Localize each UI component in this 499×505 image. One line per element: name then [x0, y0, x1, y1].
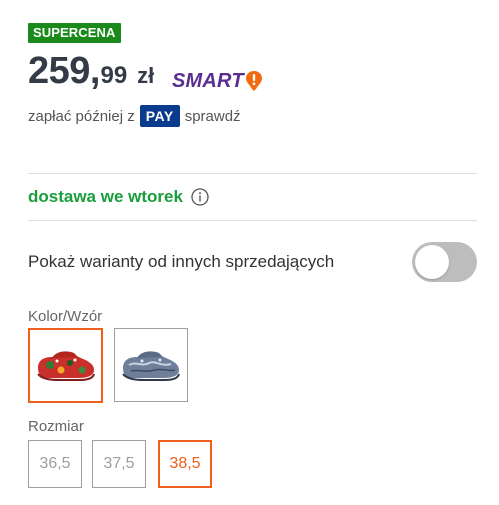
supercena-badge: SUPERCENA [28, 23, 121, 43]
variants-toggle-label: Pokaż warianty od innych sprzedających [28, 252, 335, 271]
size-label: Rozmiar [28, 418, 84, 435]
delivery-label: dostawa we wtorek [28, 187, 183, 206]
price: 259 , 99 zł [28, 50, 154, 100]
size-option-38-5[interactable]: 38,5 [158, 440, 212, 488]
divider [28, 173, 477, 174]
blue-clog-image [122, 351, 180, 381]
color-option-red-floral[interactable] [28, 328, 103, 403]
size-option-37-5[interactable]: 37,5 [92, 440, 146, 488]
divider [28, 220, 477, 221]
toggle-knob [415, 245, 449, 279]
pay-later-row: zapłać później z PAY sprawdź [28, 105, 241, 127]
pay-later-check-link[interactable]: sprawdź [185, 108, 241, 125]
price-decimal: 99 [100, 62, 128, 89]
exclamation-icon [245, 70, 263, 92]
red-clog-image [37, 351, 95, 381]
delivery-info: dostawa we wtorek [28, 185, 209, 209]
variants-toggle[interactable] [412, 242, 477, 282]
price-integer: 259 [28, 50, 90, 92]
info-icon[interactable] [191, 188, 209, 206]
size-option-36-5[interactable]: 36,5 [28, 440, 82, 488]
price-comma: , [89, 50, 101, 92]
price-currency: zł [137, 63, 155, 88]
color-option-blue-marble[interactable] [114, 328, 188, 402]
smart-logo[interactable]: SMART [172, 68, 263, 94]
pay-later-text: zapłać później z [28, 107, 135, 125]
pay-badge: PAY [139, 105, 180, 127]
smart-label: SMART [172, 69, 244, 92]
color-pattern-label: Kolor/Wzór [28, 308, 103, 325]
